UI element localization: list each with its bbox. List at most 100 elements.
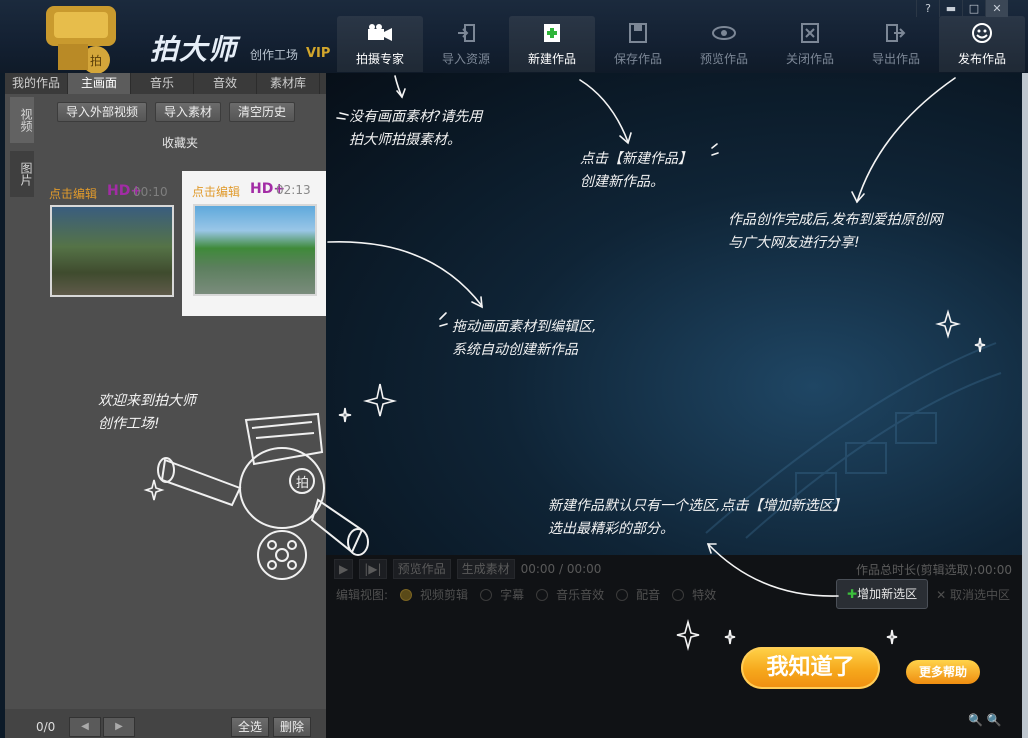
playback-row: ▶ |▶| 预览作品 生成素材 00:00 / 00:00 — [334, 559, 602, 579]
note-line: 选出最精彩的部分。 — [548, 521, 674, 537]
side-tab-video[interactable]: 视频 — [10, 97, 34, 143]
note-line: 点击【新建作品】 — [580, 151, 692, 167]
clip-card-selected[interactable]: 点击编辑 HD+ 02:13 — [182, 171, 326, 316]
vip-badge: VIP — [306, 46, 331, 61]
clip-duration: 02:13 — [276, 183, 311, 197]
select-all-button[interactable]: 全选 — [231, 717, 270, 737]
note-drag: 拖动画面素材到编辑区, 系统自动创建新作品 — [452, 316, 596, 362]
import-material-button[interactable]: 导入素材 — [155, 102, 222, 122]
view-voiceover[interactable]: 配音 — [636, 586, 660, 603]
time-display: 00:00 / 00:00 — [520, 562, 602, 576]
camera-icon — [337, 22, 423, 44]
view-effects[interactable]: 特效 — [692, 586, 716, 603]
toolbar-label: 发布作品 — [957, 52, 1006, 66]
brand-subtitle: 创作工场 — [250, 48, 299, 62]
help-button[interactable]: ? — [916, 0, 939, 17]
toolbar-close-work[interactable]: 关闭作品 — [767, 16, 853, 72]
tab-music[interactable]: 音乐 — [131, 73, 194, 94]
clip-thumbnail[interactable] — [193, 204, 317, 296]
clip-card[interactable]: 点击编辑 HD+ 00:10 — [43, 178, 174, 304]
new-icon — [509, 22, 595, 44]
total-duration: 作品总时长(剪辑选取):00:00 — [856, 563, 1012, 577]
note-line: 与广大网友进行分享! — [728, 235, 860, 251]
note-line: 新建作品默认只有一个选区,点击【增加新选区】 — [548, 498, 847, 514]
delete-button[interactable]: 删除 — [273, 717, 312, 737]
clip-edit-label[interactable]: 点击编辑 — [49, 185, 97, 202]
toolbar-publish-work[interactable]: 发布作品 — [939, 16, 1025, 72]
timeline-controls: ▶ |▶| 预览作品 生成素材 00:00 / 00:00 作品总时长(剪辑选取… — [326, 555, 1022, 738]
close-doc-icon — [767, 22, 853, 44]
toolbar-label: 新建作品 — [527, 52, 576, 66]
toolbar-label: 保存作品 — [613, 52, 662, 66]
note-line: 创作工场! — [98, 416, 160, 432]
cancel-selection-label: 取消选中区 — [949, 588, 1010, 602]
toolbar-new-work[interactable]: 新建作品 — [509, 16, 595, 72]
plus-icon: ✚ — [847, 587, 858, 601]
radio-icon[interactable] — [400, 588, 413, 601]
clear-history-button[interactable]: 清空历史 — [229, 102, 296, 122]
note-welcome: 欢迎来到拍大师 创作工场! — [98, 390, 196, 436]
minimize-button[interactable]: ▬ — [939, 0, 962, 17]
note-selection: 新建作品默认只有一个选区,点击【增加新选区】 选出最精彩的部分。 — [548, 495, 846, 541]
radio-icon[interactable] — [672, 588, 685, 601]
radio-icon[interactable] — [480, 588, 493, 601]
note-no-material: 没有画面素材?请先用 拍大师拍摄素材。 — [349, 106, 482, 152]
radio-icon[interactable] — [536, 588, 549, 601]
toolbar-import-resource[interactable]: 导入资源 — [423, 16, 509, 72]
clip-thumbnail[interactable] — [50, 205, 174, 297]
import-external-video-button[interactable]: 导入外部视频 — [57, 102, 148, 122]
edit-view-row: 编辑视图: 视频剪辑 字幕 音乐音效 配音 特效 — [336, 586, 716, 603]
app-window: 拍 拍大师 创作工场 VIP 拍摄专家 导入资源 新建作品 保存作品 预览作品 … — [0, 0, 1028, 738]
smile-icon — [939, 22, 1025, 44]
tab-sound-effects[interactable]: 音效 — [194, 73, 257, 94]
clip-edit-label[interactable]: 点击编辑 — [192, 183, 240, 200]
toolbar-save-work[interactable]: 保存作品 — [595, 16, 681, 72]
view-video-cut[interactable]: 视频剪辑 — [420, 586, 468, 603]
side-tab-image[interactable]: 图片 — [10, 151, 34, 197]
note-line: 系统自动创建新作品 — [452, 342, 578, 358]
more-help-button[interactable]: 更多帮助 — [906, 660, 980, 684]
next-page-button[interactable]: ▶ — [103, 717, 135, 737]
tab-library[interactable]: 素材库 — [257, 73, 320, 94]
toolbar-record-expert[interactable]: 拍摄专家 — [337, 16, 423, 72]
note-create: 点击【新建作品】 创建新作品。 — [580, 148, 692, 194]
got-it-button[interactable]: 我知道了 — [741, 647, 880, 689]
toolbar-label: 关闭作品 — [785, 52, 834, 66]
brand-title: 拍大师 — [150, 33, 238, 66]
add-selection-button[interactable]: ✚增加新选区 — [836, 579, 929, 609]
step-button[interactable]: |▶| — [359, 559, 387, 579]
play-button[interactable]: ▶ — [334, 559, 354, 579]
eye-icon — [681, 22, 767, 44]
right-edge — [1022, 73, 1028, 738]
note-line: 没有画面素材?请先用 — [349, 109, 483, 125]
tab-my-works[interactable]: 我的作品 — [5, 73, 68, 94]
toolbar-label: 导入资源 — [441, 52, 490, 66]
note-line: 创建新作品。 — [580, 174, 664, 190]
toolbar-preview-work[interactable]: 预览作品 — [681, 16, 767, 72]
note-line: 拖动画面素材到编辑区, — [452, 319, 597, 335]
note-publish: 作品创作完成后,发布到爱拍原创网 与广大网友进行分享! — [728, 209, 942, 255]
view-subtitle[interactable]: 字幕 — [500, 586, 524, 603]
restore-button[interactable]: □ — [962, 0, 985, 17]
tab-main-view[interactable]: 主画面 — [68, 73, 131, 94]
toolbar-label: 导出作品 — [871, 52, 920, 66]
window-controls: ? ▬ □ ✕ — [916, 0, 1008, 17]
generate-material-button[interactable]: 生成素材 — [456, 559, 515, 579]
toolbar-label: 拍摄专家 — [355, 52, 404, 66]
toolbar-export-work[interactable]: 导出作品 — [853, 16, 939, 72]
left-footer: 0/0 ◀ ▶ 全选 删除 — [5, 709, 326, 738]
cancel-selection-button[interactable]: ✕ 取消选中区 — [936, 586, 1010, 603]
edit-view-label: 编辑视图: — [336, 588, 389, 602]
zoom-icons[interactable]: 🔍 🔍 — [968, 713, 1002, 727]
radio-icon[interactable] — [616, 588, 629, 601]
prev-page-button[interactable]: ◀ — [69, 717, 101, 737]
note-line: 拍大师拍摄素材。 — [349, 132, 461, 148]
title-bar: 拍 拍大师 创作工场 VIP 拍摄专家 导入资源 新建作品 保存作品 预览作品 … — [0, 0, 1028, 73]
export-icon — [853, 22, 939, 44]
add-selection-label: 增加新选区 — [857, 587, 918, 601]
view-music[interactable]: 音乐音效 — [556, 586, 604, 603]
preview-work-button[interactable]: 预览作品 — [392, 559, 451, 579]
side-tabs: 视频 图片 — [10, 97, 34, 205]
left-actions: 导入外部视频 导入素材 清空历史 — [57, 102, 296, 122]
close-button[interactable]: ✕ — [985, 0, 1008, 17]
